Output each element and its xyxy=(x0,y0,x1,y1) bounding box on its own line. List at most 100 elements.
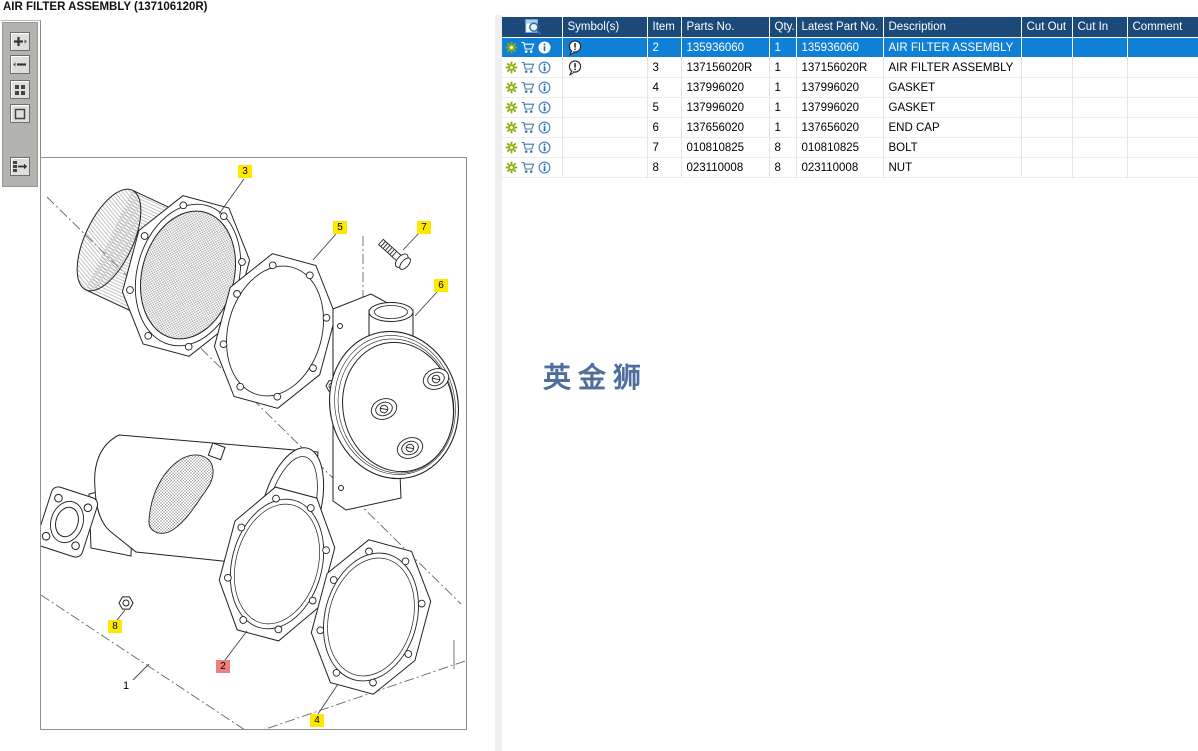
column-header-comment[interactable]: Comment xyxy=(1127,17,1198,38)
cart-icon[interactable] xyxy=(521,101,535,114)
column-header-qty[interactable]: Qty. xyxy=(769,17,797,38)
zoom-in-icon xyxy=(14,36,27,46)
tile-view-icon xyxy=(15,84,25,95)
gear-icon[interactable] xyxy=(505,41,518,54)
cell-description: AIR FILTER ASSEMBLY xyxy=(883,37,1022,58)
gear-icon[interactable] xyxy=(505,161,518,174)
table-row[interactable]: 3 137156020R 1 137156020R AIR FILTER ASS… xyxy=(502,57,1198,78)
exploded-view-drawing xyxy=(35,178,466,735)
parts-catalog-app: AIR FILTER ASSEMBLY (137106120R) 3 5 7 6… xyxy=(0,0,1198,751)
cell-cut-out xyxy=(1021,97,1073,118)
column-header-cut-in[interactable]: Cut In xyxy=(1072,17,1128,38)
info-icon[interactable] xyxy=(538,41,551,54)
cell-cut-out xyxy=(1021,77,1073,98)
table-row[interactable]: 8 023110008 8 023110008 NUT xyxy=(502,157,1198,178)
column-header-parts-no[interactable]: Parts No. xyxy=(681,17,770,38)
cell-cut-out xyxy=(1021,37,1073,58)
info-icon[interactable] xyxy=(538,161,551,174)
table-row[interactable]: 5 137996020 1 137996020 GASKET xyxy=(502,97,1198,118)
cell-cut-in xyxy=(1072,137,1128,158)
gear-icon[interactable] xyxy=(505,141,518,154)
cell-latest-part-no: 137156020R xyxy=(796,57,884,78)
page-title: AIR FILTER ASSEMBLY (137106120R) xyxy=(3,1,208,13)
cell-latest-part-no: 137996020 xyxy=(796,77,884,98)
info-icon[interactable] xyxy=(538,141,551,154)
zoom-in-button[interactable] xyxy=(10,32,30,51)
part-label-5[interactable]: 5 xyxy=(333,221,347,234)
fit-view-button[interactable] xyxy=(10,104,30,123)
cell-comment xyxy=(1127,117,1198,138)
toggle-panel-icon xyxy=(13,161,28,172)
cart-icon[interactable] xyxy=(521,41,535,54)
table-row[interactable]: 2 135936060 1 135936060 AIR FILTER ASSEM… xyxy=(502,37,1198,58)
cell-cut-out xyxy=(1021,117,1073,138)
balloon-icon[interactable] xyxy=(568,39,582,56)
column-header-latest-part-no[interactable]: Latest Part No. xyxy=(796,17,884,38)
cell-item: 2 xyxy=(647,37,682,58)
table-row[interactable]: 7 010810825 8 010810825 BOLT xyxy=(502,137,1198,158)
diagram-canvas[interactable]: 3 5 7 6 8 2 4 1 xyxy=(35,157,467,735)
part-label-8[interactable]: 8 xyxy=(108,620,122,633)
cell-qty: 1 xyxy=(769,97,797,118)
info-icon[interactable] xyxy=(538,61,551,74)
part-label-1: 1 xyxy=(122,680,130,692)
cart-icon[interactable] xyxy=(521,81,535,94)
zoom-out-button[interactable] xyxy=(10,55,30,74)
part-label-7[interactable]: 7 xyxy=(417,221,431,234)
table-row[interactable]: 4 137996020 1 137996020 GASKET xyxy=(502,77,1198,98)
cell-comment xyxy=(1127,77,1198,98)
cell-comment xyxy=(1127,137,1198,158)
cell-comment xyxy=(1127,157,1198,178)
gear-icon[interactable] xyxy=(505,61,518,74)
column-header-actions[interactable] xyxy=(502,17,563,38)
column-header-description[interactable]: Description xyxy=(883,17,1022,38)
cell-qty: 8 xyxy=(769,157,797,178)
pane-splitter[interactable] xyxy=(495,15,502,751)
watermark-text: 英金狮 xyxy=(543,361,649,394)
toggle-panel-button[interactable] xyxy=(10,157,30,176)
part-label-4[interactable]: 4 xyxy=(310,714,324,727)
cell-item: 7 xyxy=(647,137,682,158)
parts-table: Symbol(s) Item Parts No. Qty. Latest Par… xyxy=(502,17,1198,178)
cell-parts-no: 137996020 xyxy=(681,97,770,118)
cart-icon[interactable] xyxy=(521,161,535,174)
info-icon[interactable] xyxy=(538,101,551,114)
cell-parts-no: 023110008 xyxy=(681,157,770,178)
cell-parts-no: 137156020R xyxy=(681,57,770,78)
gear-icon[interactable] xyxy=(505,81,518,94)
column-header-symbols[interactable]: Symbol(s) xyxy=(562,17,648,38)
cell-item: 4 xyxy=(647,77,682,98)
tile-view-button[interactable] xyxy=(10,80,30,99)
diagram-toolbar xyxy=(1,20,41,188)
cell-cut-out xyxy=(1021,57,1073,78)
part-label-2[interactable]: 2 xyxy=(216,660,230,673)
find-in-page-icon xyxy=(524,19,541,35)
cell-latest-part-no: 137996020 xyxy=(796,97,884,118)
cart-icon[interactable] xyxy=(521,141,535,154)
cell-cut-in xyxy=(1072,77,1128,98)
cell-parts-no: 137656020 xyxy=(681,117,770,138)
cell-parts-no: 137996020 xyxy=(681,77,770,98)
part-label-6[interactable]: 6 xyxy=(434,279,448,292)
info-icon[interactable] xyxy=(538,121,551,134)
info-icon[interactable] xyxy=(538,81,551,94)
cell-item: 3 xyxy=(647,57,682,78)
cell-parts-no: 010810825 xyxy=(681,137,770,158)
column-header-item[interactable]: Item xyxy=(647,17,682,38)
cell-cut-out xyxy=(1021,137,1073,158)
cell-qty: 1 xyxy=(769,117,797,138)
table-header-row: Symbol(s) Item Parts No. Qty. Latest Par… xyxy=(502,17,1198,38)
balloon-icon[interactable] xyxy=(568,59,582,76)
gear-icon[interactable] xyxy=(505,101,518,114)
column-header-cut-out[interactable]: Cut Out xyxy=(1021,17,1073,38)
cell-comment xyxy=(1127,97,1198,118)
gear-icon[interactable] xyxy=(505,121,518,134)
part-label-3[interactable]: 3 xyxy=(238,165,252,178)
cart-icon[interactable] xyxy=(521,121,535,134)
cart-icon[interactable] xyxy=(521,61,535,74)
cell-latest-part-no: 010810825 xyxy=(796,137,884,158)
cell-qty: 1 xyxy=(769,77,797,98)
table-row[interactable]: 6 137656020 1 137656020 END CAP xyxy=(502,117,1198,138)
cell-cut-in xyxy=(1072,157,1128,178)
cell-qty: 1 xyxy=(769,57,797,78)
